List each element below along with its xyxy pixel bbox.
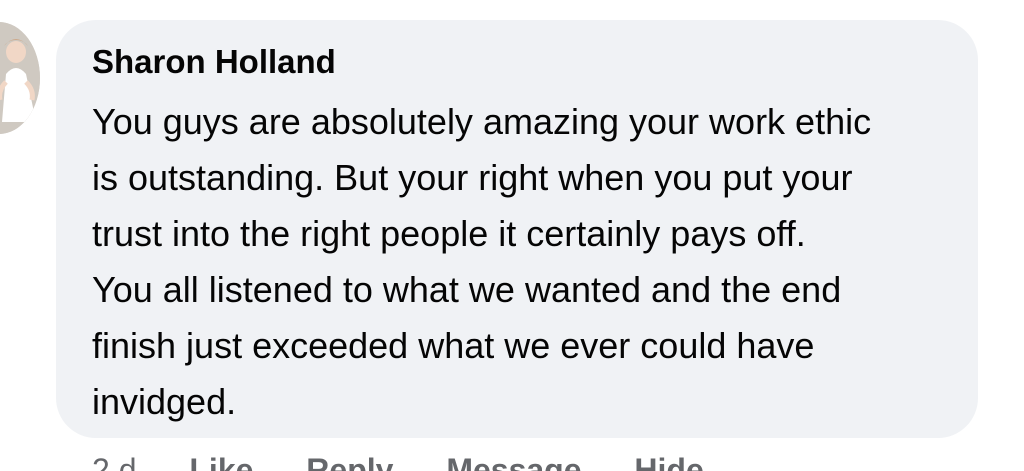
comment-text-line: is outstanding. But your right when you … (92, 157, 853, 198)
hide-button[interactable]: Hide (634, 452, 703, 471)
comment-actions: 2 d Like Reply Message Hide (92, 452, 748, 471)
comment-thread: Sharon Holland You guys are absolutely a… (0, 0, 1024, 471)
message-button[interactable]: Message (446, 452, 581, 471)
comment-text-line: You all listened to what we wanted and t… (92, 269, 842, 310)
comment-text: You guys are absolutely amazing your wor… (92, 94, 962, 430)
avatar[interactable] (0, 22, 40, 134)
comment-timestamp[interactable]: 2 d (92, 452, 136, 471)
reply-button[interactable]: Reply (306, 452, 393, 471)
comment-author-name[interactable]: Sharon Holland (92, 43, 336, 81)
comment-text-line: finish just exceeded what we ever could … (92, 325, 815, 366)
like-button[interactable]: Like (189, 452, 253, 471)
avatar-photo (0, 22, 40, 134)
comment-text-line: trust into the right people it certainly… (92, 213, 806, 254)
comment-text-line: You guys are absolutely amazing your wor… (92, 101, 872, 142)
comment-text-line: invidged. (92, 381, 237, 422)
